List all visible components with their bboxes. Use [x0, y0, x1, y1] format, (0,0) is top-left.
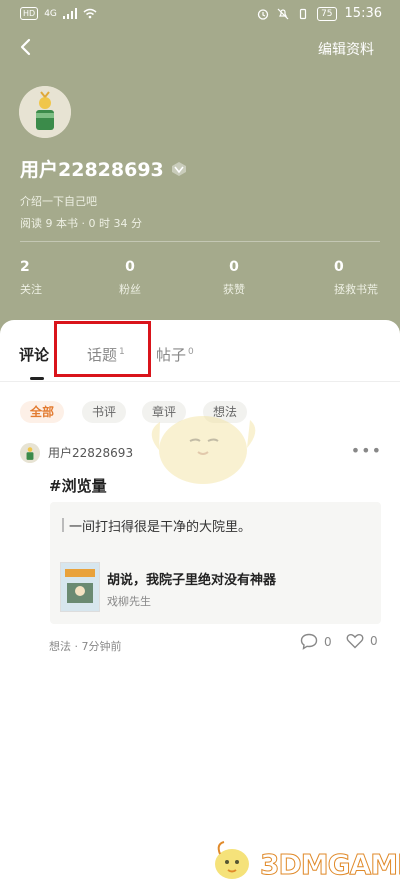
level-badge-icon [171, 161, 186, 176]
comment-count: 0 [324, 634, 332, 649]
network-label: 4G [44, 8, 57, 19]
more-icon[interactable]: ••• [351, 441, 382, 460]
signal-icon [62, 8, 77, 19]
tab-label: 评论 [19, 346, 50, 364]
mute-icon [277, 8, 289, 19]
profile-header: HD 4G 75 15:36 编辑资料 用户22828693 介绍一下自己吧 阅… [0, 0, 400, 345]
filter-book-review[interactable]: 书评 [82, 401, 127, 423]
username: 用户22828693 [20, 159, 164, 181]
book-cover-image [61, 563, 99, 611]
comment-icon [300, 633, 318, 650]
edit-profile-button[interactable]: 编辑资料 [318, 39, 374, 59]
battery-level: 75 [317, 6, 337, 21]
username-row: 用户22828693 [20, 155, 188, 182]
reading-stats: 阅读 9 本书 · 0 时 34 分 [20, 217, 142, 230]
stat-following[interactable]: 2 关注 [20, 259, 42, 297]
back-icon[interactable] [14, 35, 38, 59]
tab-divider [0, 381, 400, 382]
stat-label: 粉丝 [119, 283, 141, 296]
quote-bar [62, 518, 64, 532]
tab-posts[interactable]: 帖子 0 [156, 344, 194, 365]
status-bar: HD 4G 75 15:36 [0, 0, 400, 30]
active-tab-indicator [30, 377, 44, 380]
comment-button[interactable]: 0 [300, 633, 332, 650]
post-hashtag[interactable]: #浏览量 [49, 475, 107, 496]
clock: 15:36 [344, 6, 382, 21]
book-author: 戏柳先生 [107, 595, 151, 608]
tab-count: 0 [188, 347, 194, 357]
stat-rescue-book-shortage[interactable]: 0 拯救书荒 [334, 259, 378, 297]
stat-value: 0 [334, 259, 344, 275]
book-title: 胡说，我院子里绝对没有神器 [107, 573, 277, 588]
like-button[interactable]: 0 [346, 633, 378, 649]
mascot-watermark-icon [151, 416, 256, 484]
header-divider [20, 241, 380, 242]
quote-card[interactable]: 一间打扫得很是干净的大院里。 胡说，我院子里绝对没有神器 戏柳先生 [50, 502, 381, 624]
post-username[interactable]: 用户22828693 [48, 444, 133, 461]
heart-icon [346, 633, 364, 649]
stat-label: 关注 [20, 283, 42, 296]
post-avatar[interactable] [20, 443, 40, 463]
wifi-icon [83, 8, 97, 19]
highlight-annotation [54, 321, 151, 377]
stat-value: 0 [229, 259, 239, 275]
watermark-text: 3DMGAME [259, 848, 400, 882]
avatar-image [20, 443, 40, 463]
filter-all[interactable]: 全部 [20, 401, 65, 423]
stat-value: 2 [20, 259, 30, 275]
site-watermark: 3DMGAME [210, 838, 400, 886]
book-cover[interactable] [60, 562, 100, 612]
stat-label: 拯救书荒 [334, 283, 378, 296]
bio[interactable]: 介绍一下自己吧 [20, 193, 97, 209]
avatar-image [19, 86, 71, 138]
stat-label: 获赞 [223, 283, 245, 296]
avatar[interactable] [19, 86, 71, 138]
post-meta: 想法 · 7分钟前 [49, 640, 122, 653]
like-count: 0 [370, 634, 378, 648]
stat-value: 0 [125, 259, 135, 275]
stat-likes[interactable]: 0 获赞 [218, 259, 250, 297]
hd-badge: HD [20, 7, 39, 20]
alarm-icon [257, 8, 269, 20]
mascot-logo-icon [215, 841, 249, 879]
quote-text: 一间打扫得很是干净的大院里。 [69, 520, 252, 535]
tab-label: 帖子 [156, 346, 187, 364]
stat-followers[interactable]: 0 粉丝 [114, 259, 146, 297]
vibrate-icon [299, 8, 307, 19]
tab-comments[interactable]: 评论 [19, 344, 49, 365]
